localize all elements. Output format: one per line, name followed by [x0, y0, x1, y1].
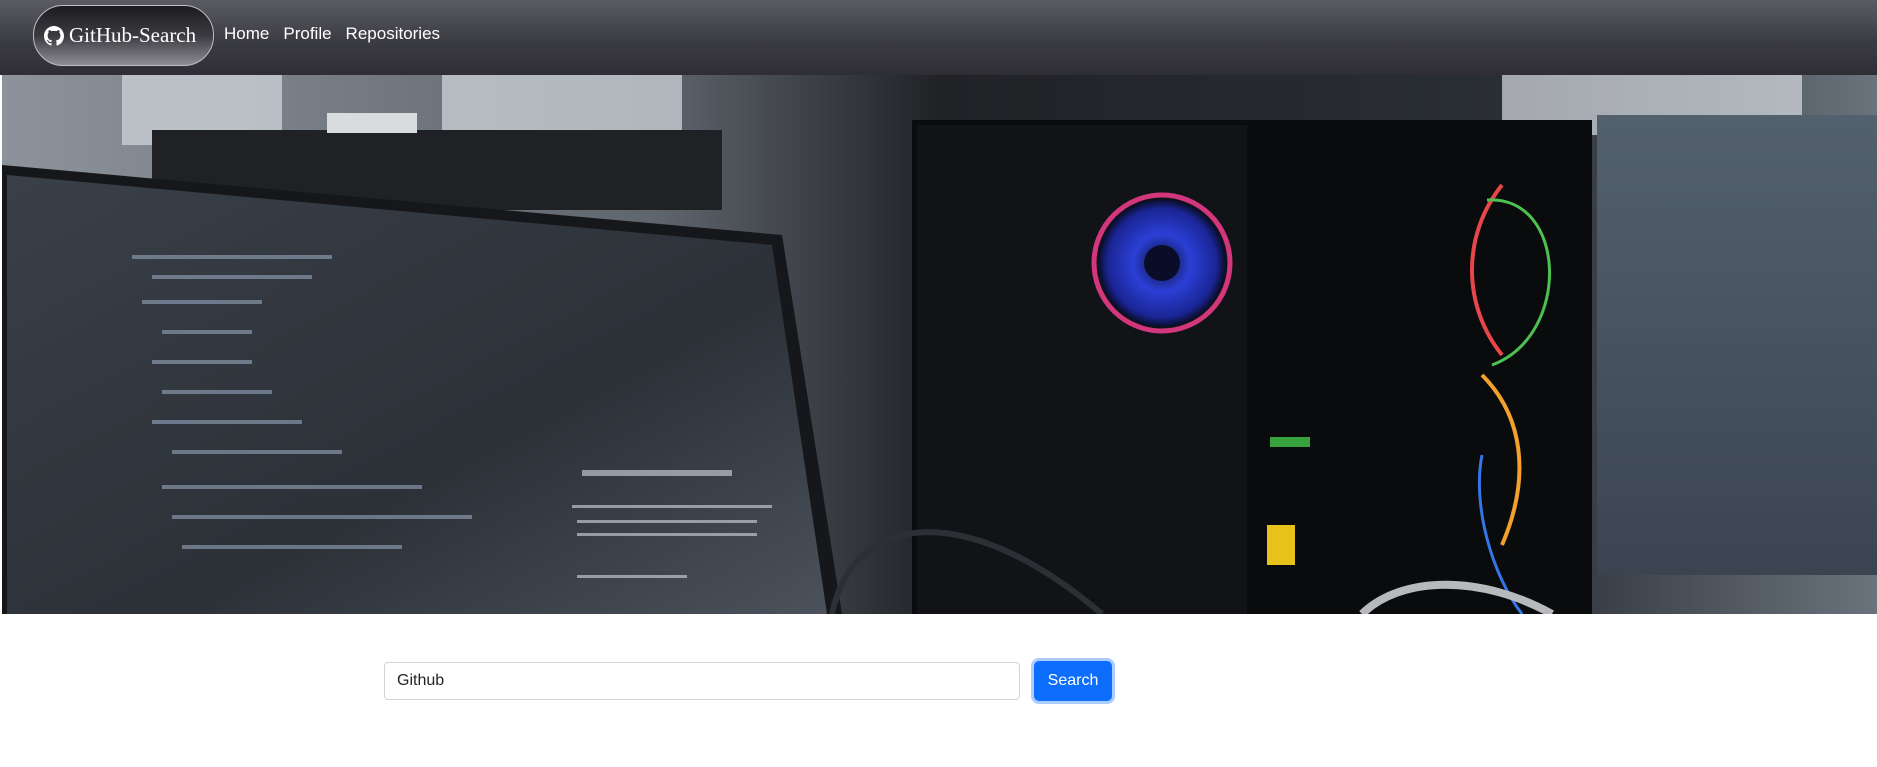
nav-link-home[interactable]: Home	[224, 24, 269, 44]
nav-link-repositories[interactable]: Repositories	[346, 24, 441, 44]
github-icon	[44, 25, 64, 46]
hero-image	[2, 75, 1877, 614]
search-input[interactable]	[384, 662, 1020, 700]
search-button[interactable]: Search	[1034, 661, 1112, 701]
brand-link[interactable]: GitHub-Search	[33, 5, 214, 66]
nav-links: Home Profile Repositories	[224, 24, 440, 44]
brand-label: GitHub-Search	[69, 23, 197, 47]
nav-link-profile[interactable]: Profile	[283, 24, 331, 44]
top-navbar: GitHub-Search Home Profile Repositories	[0, 0, 1877, 75]
